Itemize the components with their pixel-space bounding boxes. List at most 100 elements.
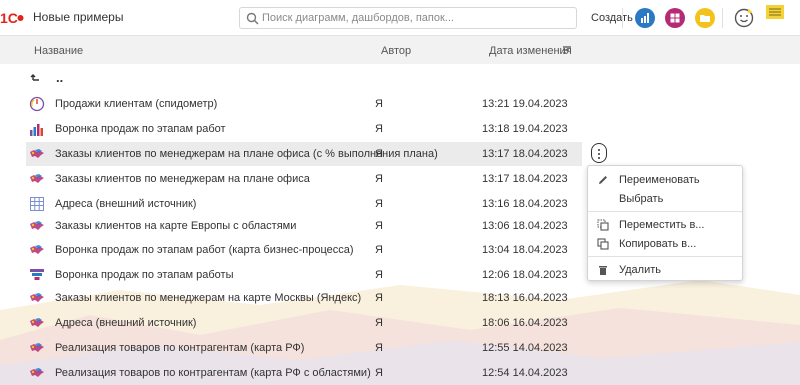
menu-item-label: Копировать в... (619, 238, 697, 250)
item-author: Я (375, 123, 383, 135)
item-date: 13:17 18.04.2023 (482, 173, 568, 185)
item-author: Я (375, 292, 383, 304)
new-chart-button[interactable] (635, 8, 655, 28)
item-name: Реализация товаров по контрагентам (карт… (55, 342, 305, 354)
page-title: Новые примеры (33, 10, 124, 24)
dashboard-grid-icon (670, 13, 680, 23)
map-icon (30, 318, 44, 327)
item-author: Я (375, 317, 383, 329)
speedometer-icon (29, 96, 45, 112)
list-item[interactable]: Заказы клиентов по менеджерам на плане о… (26, 142, 582, 166)
map-icon (30, 343, 44, 352)
list-item[interactable]: Воронка продаж по этапам работ Я 13:18 19.… (26, 117, 582, 141)
list-item[interactable]: Продажи клиентам (спидометр) Я 13:21 19.04… (26, 92, 582, 116)
column-name-header[interactable]: Название (34, 45, 83, 57)
item-name: Воронка продаж по этапам работы (55, 269, 234, 281)
list-item[interactable]: Реализация товаров по контрагентам (карт… (26, 361, 582, 385)
item-author: Я (375, 173, 383, 185)
item-date: 13:21 19.04.2023 (482, 98, 568, 110)
move-icon (597, 219, 609, 231)
menu-item-label: Выбрать (619, 193, 664, 205)
item-name: Воронка продаж по этапам работ (55, 123, 226, 135)
list-item[interactable]: Воронка продаж по этапам работы Я 12:06 18… (26, 263, 582, 287)
item-name: Продажи клиентам (спидометр) (55, 98, 218, 110)
item-author: Я (375, 342, 383, 354)
new-dashboard-button[interactable] (665, 8, 685, 28)
search-input[interactable]: Поиск диаграмм, дашбордов, папок... (239, 7, 577, 29)
item-date: 12:06 18.04.2023 (482, 269, 568, 281)
item-author: Я (375, 244, 383, 256)
column-date-header[interactable]: Дата изменения (489, 45, 572, 57)
menu-item-move[interactable]: Переместить в... (588, 216, 742, 234)
notifications-icon[interactable] (766, 5, 784, 19)
item-author: Я (375, 220, 383, 232)
item-author: Я (375, 98, 383, 110)
parent-folder-label: .. (56, 70, 64, 85)
item-name: Заказы клиентов на карте Европы с област… (55, 220, 297, 232)
funnel-icon (30, 269, 44, 280)
map-icon (30, 245, 44, 254)
menu-divider (588, 211, 742, 212)
list-item[interactable]: Воронка продаж по этапам работ (карта би… (26, 238, 582, 262)
item-author: Я (375, 367, 383, 379)
pencil-icon (599, 176, 607, 184)
item-date: 12:54 14.04.2023 (482, 367, 568, 379)
item-date: 18:06 16.04.2023 (482, 317, 568, 329)
list-item[interactable]: Заказы клиентов по менеджерам на карте М… (26, 286, 582, 310)
search-placeholder: Поиск диаграмм, дашбордов, папок... (262, 12, 454, 24)
more-options-button[interactable] (591, 143, 607, 163)
menu-item-label: Переместить в... (619, 219, 705, 231)
new-folder-button[interactable] (695, 8, 715, 28)
smile-feedback-icon[interactable] (734, 8, 754, 28)
trash-icon (599, 266, 607, 275)
table-header: Название Автор Дата изменения (0, 36, 800, 64)
item-date: 13:17 18.04.2023 (482, 148, 568, 160)
menu-item-copy[interactable]: Копировать в... (588, 235, 742, 253)
menu-item-delete[interactable]: Удалить (588, 261, 742, 279)
item-name: Воронка продаж по этапам работ (карта би… (55, 244, 354, 256)
create-button[interactable]: Создать (591, 12, 633, 24)
map-icon (30, 293, 44, 302)
sort-icon[interactable] (562, 45, 572, 55)
item-author: Я (375, 269, 383, 281)
context-menu: Переименовать Выбрать Переместить в... К… (587, 165, 743, 281)
bar-chart-icon (30, 124, 43, 136)
table-icon (30, 197, 44, 211)
map-icon (30, 368, 44, 377)
item-name: Заказы клиентов по менеджерам на плане о… (55, 173, 310, 185)
item-name: Адреса (внешний источник) (55, 198, 197, 210)
item-date: 13:04 18.04.2023 (482, 244, 568, 256)
search-icon (246, 12, 259, 25)
list-item[interactable]: Адреса (внешний источник) Я 13:16 18.04.20… (26, 192, 582, 216)
item-name: Реализация товаров по контрагентам (карт… (55, 367, 371, 379)
logo-1c-icon[interactable]: 1C (0, 9, 24, 27)
bar-chart-icon (641, 13, 649, 23)
back-arrow-icon (30, 74, 39, 81)
item-name: Заказы клиентов по менеджерам на карте М… (55, 292, 362, 304)
list-item[interactable]: Адреса (внешний источник) Я 18:06 16.04.20… (26, 311, 582, 335)
item-author: Я (375, 148, 383, 160)
menu-item-rename[interactable]: Переименовать (588, 171, 742, 189)
item-date: 13:16 18.04.2023 (482, 198, 568, 210)
menu-divider (588, 256, 742, 257)
menu-item-select[interactable]: Выбрать (588, 190, 742, 208)
map-icon (30, 221, 44, 230)
list-item[interactable]: Реализация товаров по контрагентам (карт… (26, 336, 582, 360)
copy-icon (597, 238, 609, 250)
menu-item-label: Переименовать (619, 174, 700, 186)
list-item[interactable]: Заказы клиентов по менеджерам на плане о… (26, 167, 582, 191)
list-item[interactable]: Заказы клиентов на карте Европы с област… (26, 214, 582, 238)
map-icon (30, 174, 44, 183)
map-icon (30, 149, 44, 158)
item-date: 12:55 14.04.2023 (482, 342, 568, 354)
top-bar: 1C Новые примеры Поиск диаграмм, дашборд… (0, 0, 800, 36)
column-author-header[interactable]: Автор (381, 45, 411, 57)
item-date: 13:18 19.04.2023 (482, 123, 568, 135)
folder-icon (700, 15, 710, 22)
svg-text:1C: 1C (0, 10, 18, 26)
item-date: 18:13 16.04.2023 (482, 292, 568, 304)
item-author: Я (375, 198, 383, 210)
divider (722, 8, 723, 28)
item-name: Адреса (внешний источник) (55, 317, 197, 329)
menu-item-label: Удалить (619, 264, 661, 276)
